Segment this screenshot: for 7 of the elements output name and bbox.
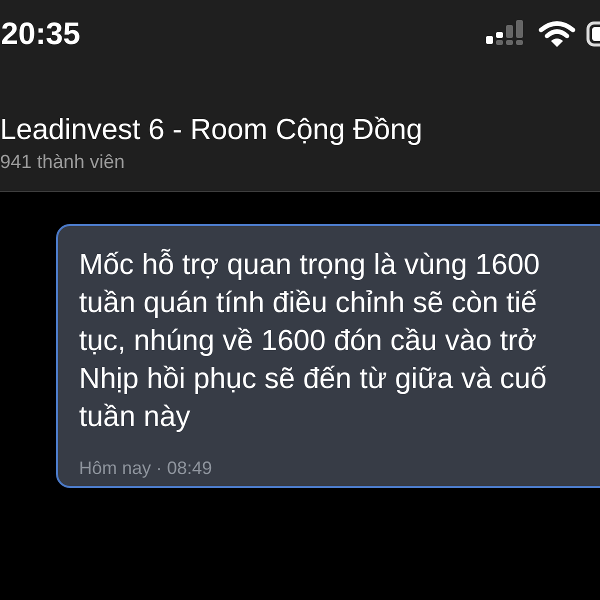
battery-icon	[586, 21, 600, 47]
wifi-icon	[538, 20, 576, 48]
message-timestamp: Hôm nay · 08:49	[79, 458, 214, 479]
message-text: Mốc hỗ trợ quan trọng là vùng 1600 tuần quán tính điều chỉnh sẽ còn tiế tục, nhúng về 1600 đón cầu vào trở Nhịp hồi phục sẽ đến từ giữa và cuố tuần này	[79, 248, 548, 435]
status-time: 20:35	[1, 16, 80, 52]
member-count: 941 thành viên	[0, 152, 126, 174]
chat-title: Leadinvest 6 - Room Cộng Đồng	[0, 113, 424, 148]
